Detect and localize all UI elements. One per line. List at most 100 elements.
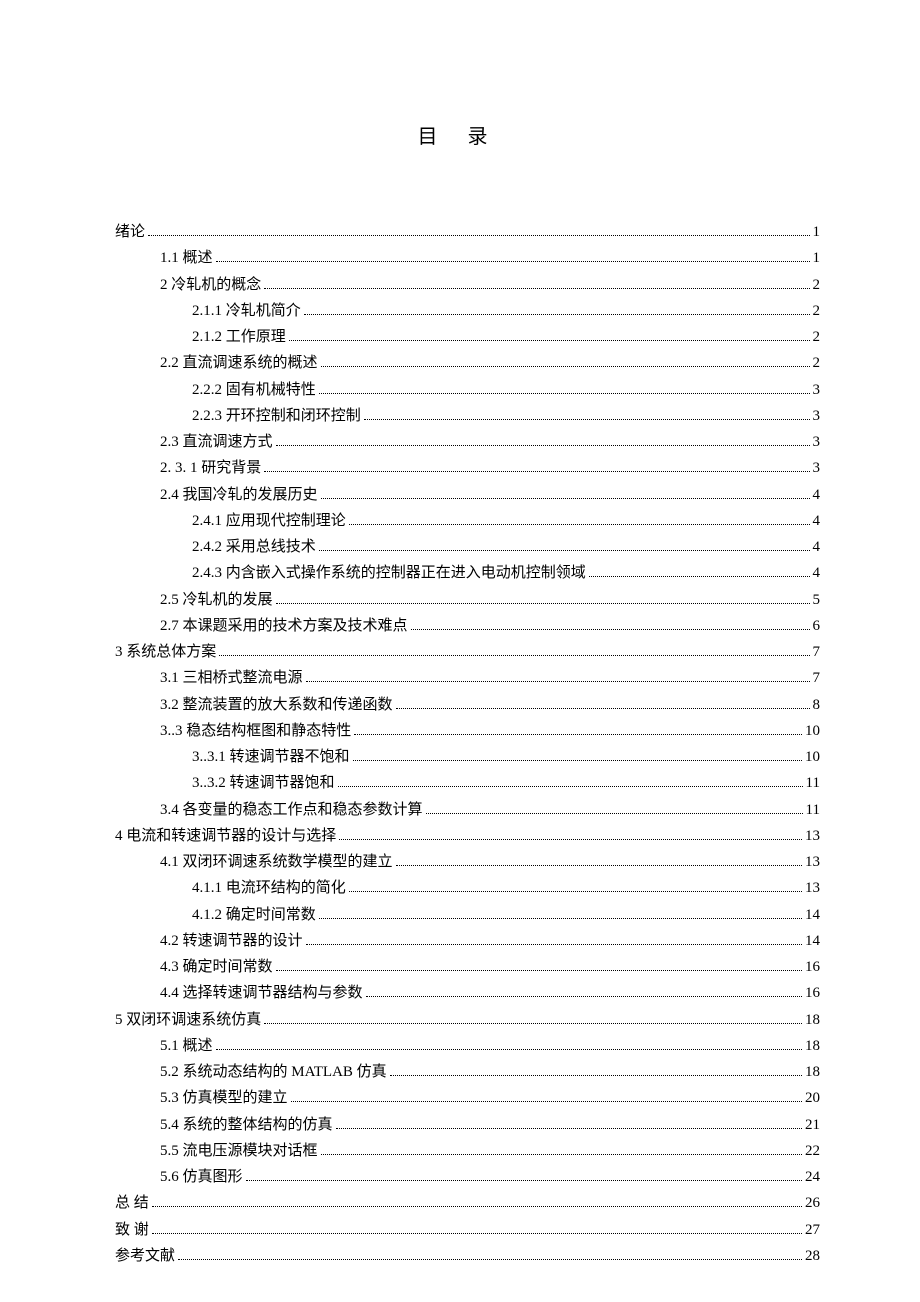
toc-entry-label: 3 系统总体方案 (115, 639, 216, 665)
toc-leader-dots (396, 708, 810, 709)
toc-leader-dots (216, 261, 810, 262)
toc-entry-label: 2.4.3 内含嵌入式操作系统的控制器正在进入电动机控制领域 (192, 560, 586, 586)
toc-entry: 2.5 冷轧机的发展5 (115, 587, 820, 613)
toc-entry-page: 7 (813, 639, 821, 665)
toc-entry: 5 双闭环调速系统仿真18 (115, 1007, 820, 1033)
toc-entry-label: 2. 3. 1 研究背景 (160, 455, 261, 481)
toc-entry: 2.4.2 采用总线技术4 (115, 534, 820, 560)
toc-entry: 4.4 选择转速调节器结构与参数 16 (115, 980, 820, 1006)
toc-entry-label: 5.6 仿真图形 (160, 1164, 243, 1190)
toc-leader-dots (354, 734, 802, 735)
toc-entry-label: 2.4 我国冷轧的发展历史 (160, 482, 318, 508)
toc-entry-label: 4.1.2 确定时间常数 (192, 902, 316, 928)
toc-entry-page: 3 (813, 403, 821, 429)
toc-leader-dots (216, 1049, 802, 1050)
toc-entry-page: 2 (813, 350, 821, 376)
toc-entry-page: 10 (805, 744, 820, 770)
toc-leader-dots (289, 340, 810, 341)
toc-entry: 4.1.1 电流环结构的简化 13 (115, 875, 820, 901)
toc-entry: 2.1.2 工作原理 2 (115, 324, 820, 350)
toc-leader-dots (306, 681, 810, 682)
toc-entry-page: 2 (813, 272, 821, 298)
toc-entry-page: 4 (813, 508, 821, 534)
toc-entry-label: 4.1 双闭环调速系统数学模型的建立 (160, 849, 393, 875)
toc-leader-dots (148, 235, 809, 236)
toc-entry-label: 2.4.1 应用现代控制理论 (192, 508, 346, 534)
toc-entry: 2.2.2 固有机械特性3 (115, 377, 820, 403)
toc-entry-page: 2 (813, 324, 821, 350)
toc-entry-label: 5.1 概述 (160, 1033, 213, 1059)
toc-entry-page: 20 (805, 1085, 820, 1111)
toc-leader-dots (264, 471, 809, 472)
toc-leader-dots (338, 786, 803, 787)
toc-entry-page: 3 (813, 429, 821, 455)
toc-entry-label: 3..3 稳态结构框图和静态特性 (160, 718, 351, 744)
toc-entry-label: 5 双闭环调速系统仿真 (115, 1007, 261, 1033)
toc-entry: 5.2 系统动态结构的 MATLAB 仿真 18 (115, 1059, 820, 1085)
toc-entry-page: 11 (806, 770, 820, 796)
toc-entry: 3.4 各变量的稳态工作点和稳态参数计算11 (115, 797, 820, 823)
toc-leader-dots (321, 366, 810, 367)
toc-entry: 5.1 概述 18 (115, 1033, 820, 1059)
toc-entry-page: 14 (805, 902, 820, 928)
toc-entry-page: 16 (805, 954, 820, 980)
toc-entry-label: 2.1.2 工作原理 (192, 324, 286, 350)
toc-leader-dots (152, 1233, 802, 1234)
toc-leader-dots (306, 944, 802, 945)
toc-leader-dots (276, 445, 810, 446)
toc-entry: 绪论1 (115, 219, 820, 245)
toc-entry-label: 4.1.1 电流环结构的简化 (192, 875, 346, 901)
toc-entry-page: 11 (806, 797, 820, 823)
toc-entry-label: 2.2.2 固有机械特性 (192, 377, 316, 403)
toc-entry-label: 4.4 选择转速调节器结构与参数 (160, 980, 363, 1006)
toc-entry-page: 27 (805, 1217, 820, 1243)
toc-leader-dots (319, 918, 802, 919)
toc-entry: 5.4 系统的整体结构的仿真21 (115, 1112, 820, 1138)
toc-leader-dots (426, 813, 803, 814)
toc-entry-page: 18 (805, 1059, 820, 1085)
table-of-contents: 绪论11.1 概述12 冷轧机的概念22.1.1 冷轧机简介22.1.2 工作原… (115, 219, 820, 1269)
toc-leader-dots (321, 1154, 802, 1155)
toc-entry: 1.1 概述1 (115, 245, 820, 271)
toc-entry-page: 22 (805, 1138, 820, 1164)
toc-entry: 5.5 流电压源模块对话框22 (115, 1138, 820, 1164)
toc-entry: 2.4.3 内含嵌入式操作系统的控制器正在进入电动机控制领域 4 (115, 560, 820, 586)
toc-leader-dots (336, 1128, 802, 1129)
toc-leader-dots (178, 1259, 802, 1260)
toc-entry: 5.3 仿真模型的建立20 (115, 1085, 820, 1111)
toc-entry: 3..3.1 转速调节器不饱和10 (115, 744, 820, 770)
toc-entry-page: 13 (805, 849, 820, 875)
toc-entry: 参考文献28 (115, 1243, 820, 1269)
toc-leader-dots (339, 839, 802, 840)
toc-entry-page: 4 (813, 482, 821, 508)
toc-entry-page: 18 (805, 1033, 820, 1059)
toc-leader-dots (319, 393, 810, 394)
toc-entry-page: 13 (805, 823, 820, 849)
toc-leader-dots (246, 1180, 802, 1181)
toc-leader-dots (264, 288, 809, 289)
toc-entry-label: 2.2.3 开环控制和闭环控制 (192, 403, 361, 429)
toc-entry: 2 冷轧机的概念 2 (115, 272, 820, 298)
toc-leader-dots (319, 550, 810, 551)
toc-entry: 2.2.3 开环控制和闭环控制 3 (115, 403, 820, 429)
toc-entry-label: 4.2 转速调节器的设计 (160, 928, 303, 954)
toc-entry-page: 3 (813, 455, 821, 481)
toc-entry-label: 2.7 本课题采用的技术方案及技术难点 (160, 613, 408, 639)
toc-entry-page: 16 (805, 980, 820, 1006)
toc-entry-page: 4 (813, 560, 821, 586)
toc-entry-page: 14 (805, 928, 820, 954)
toc-entry: 5.6 仿真图形24 (115, 1164, 820, 1190)
toc-entry-page: 8 (813, 692, 821, 718)
toc-entry-label: 5.2 系统动态结构的 MATLAB 仿真 (160, 1059, 387, 1085)
toc-entry-label: 4.3 确定时间常数 (160, 954, 273, 980)
toc-entry: 4.3 确定时间常数 16 (115, 954, 820, 980)
toc-entry-page: 4 (813, 534, 821, 560)
toc-entry: 3.1 三相桥式整流电源7 (115, 665, 820, 691)
toc-leader-dots (304, 314, 810, 315)
toc-entry: 2.3 直流调速方式 3 (115, 429, 820, 455)
toc-entry-label: 2.3 直流调速方式 (160, 429, 273, 455)
toc-entry-label: 总 结 (115, 1190, 149, 1216)
toc-entry-label: 2 冷轧机的概念 (160, 272, 261, 298)
toc-entry-page: 13 (805, 875, 820, 901)
toc-entry-label: 2.5 冷轧机的发展 (160, 587, 273, 613)
